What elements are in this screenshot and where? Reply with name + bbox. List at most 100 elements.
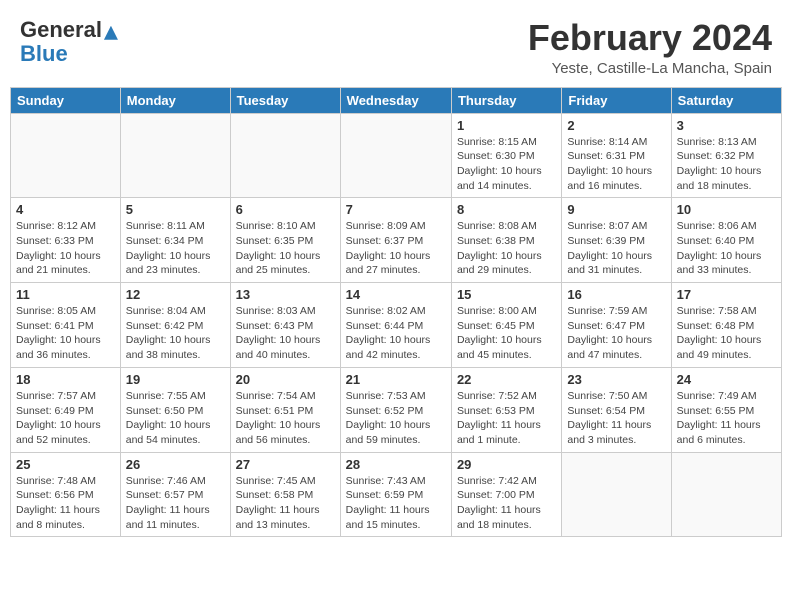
calendar-cell: 4 Sunrise: 8:12 AM Sunset: 6:33 PM Daylig… xyxy=(11,198,121,283)
calendar-cell: 1 Sunrise: 8:15 AM Sunset: 6:30 PM Daylig… xyxy=(451,113,561,198)
logo-icon xyxy=(104,26,118,40)
day-number: 23 xyxy=(567,372,665,387)
day-number: 6 xyxy=(236,202,335,217)
calendar-cell: 25Sunrise: 7:48 AM Sunset: 6:56 PM Dayli… xyxy=(11,452,121,537)
calendar-cell xyxy=(671,452,781,537)
calendar-cell: 14 Sunrise: 8:02 AM Sunset: 6:44 PM Dayli… xyxy=(340,283,451,368)
day-number: 10 xyxy=(677,202,776,217)
day-number: 5 xyxy=(126,202,225,217)
day-number: 1 xyxy=(457,118,556,133)
day-info: Sunrise: 7:52 AM Sunset: 6:53 PM Dayligh… xyxy=(457,389,556,448)
logo: General Blue xyxy=(20,18,118,66)
calendar-table: SundayMondayTuesdayWednesdayThursdayFrid… xyxy=(10,87,782,538)
day-number: 7 xyxy=(346,202,446,217)
day-info: Sunrise: 8:04 AM Sunset: 6:42 PM Dayligh… xyxy=(126,304,225,363)
title-area: February 2024 Yeste, Castille-La Mancha,… xyxy=(528,18,772,77)
day-number: 17 xyxy=(677,287,776,302)
day-number: 12 xyxy=(126,287,225,302)
day-info: Sunrise: 7:58 AM Sunset: 6:48 PM Dayligh… xyxy=(677,304,776,363)
calendar-cell: 21 Sunrise: 7:53 AM Sunset: 6:52 PM Dayli… xyxy=(340,367,451,452)
calendar-cell: 26 Sunrise: 7:46 AM Sunset: 6:57 PM Dayli… xyxy=(120,452,230,537)
day-number: 4 xyxy=(16,202,115,217)
day-info: Sunrise: 7:54 AM Sunset: 6:51 PM Dayligh… xyxy=(236,389,335,448)
day-number: 11 xyxy=(16,287,115,302)
day-info: Sunrise: 8:11 AM Sunset: 6:34 PM Dayligh… xyxy=(126,219,225,278)
day-number: 2 xyxy=(567,118,665,133)
day-number: 8 xyxy=(457,202,556,217)
day-info: Sunrise: 7:45 AM Sunset: 6:58 PM Dayligh… xyxy=(236,474,335,533)
day-number: 26 xyxy=(126,457,225,472)
day-info: Sunrise: 8:10 AM Sunset: 6:35 PM Dayligh… xyxy=(236,219,335,278)
calendar-cell: 29Sunrise: 7:42 AM Sunset: 7:00 PM Dayli… xyxy=(451,452,561,537)
calendar-cell xyxy=(340,113,451,198)
day-number: 22 xyxy=(457,372,556,387)
calendar-cell: 20 Sunrise: 7:54 AM Sunset: 6:51 PM Dayli… xyxy=(230,367,340,452)
day-number: 18 xyxy=(16,372,115,387)
calendar-cell xyxy=(11,113,121,198)
day-info: Sunrise: 7:46 AM Sunset: 6:57 PM Dayligh… xyxy=(126,474,225,533)
day-info: Sunrise: 7:49 AM Sunset: 6:55 PM Dayligh… xyxy=(677,389,776,448)
day-info: Sunrise: 7:42 AM Sunset: 7:00 PM Dayligh… xyxy=(457,474,556,533)
day-info: Sunrise: 7:50 AM Sunset: 6:54 PM Dayligh… xyxy=(567,389,665,448)
calendar-cell: 11 Sunrise: 8:05 AM Sunset: 6:41 PM Dayli… xyxy=(11,283,121,368)
day-info: Sunrise: 7:43 AM Sunset: 6:59 PM Dayligh… xyxy=(346,474,446,533)
calendar-cell xyxy=(230,113,340,198)
day-number: 24 xyxy=(677,372,776,387)
day-info: Sunrise: 8:09 AM Sunset: 6:37 PM Dayligh… xyxy=(346,219,446,278)
dow-header-thursday: Thursday xyxy=(451,87,561,113)
calendar-cell: 3 Sunrise: 8:13 AM Sunset: 6:32 PM Daylig… xyxy=(671,113,781,198)
day-info: Sunrise: 8:07 AM Sunset: 6:39 PM Dayligh… xyxy=(567,219,665,278)
calendar-title: February 2024 xyxy=(528,18,772,58)
day-number: 21 xyxy=(346,372,446,387)
calendar-cell: 9 Sunrise: 8:07 AM Sunset: 6:39 PM Daylig… xyxy=(562,198,671,283)
day-info: Sunrise: 8:12 AM Sunset: 6:33 PM Dayligh… xyxy=(16,219,115,278)
calendar-cell: 19Sunrise: 7:55 AM Sunset: 6:50 PM Dayli… xyxy=(120,367,230,452)
calendar-cell: 6 Sunrise: 8:10 AM Sunset: 6:35 PM Daylig… xyxy=(230,198,340,283)
calendar-cell: 18 Sunrise: 7:57 AM Sunset: 6:49 PM Dayli… xyxy=(11,367,121,452)
calendar-subtitle: Yeste, Castille-La Mancha, Spain xyxy=(528,60,772,77)
day-info: Sunrise: 8:13 AM Sunset: 6:32 PM Dayligh… xyxy=(677,135,776,194)
calendar-cell xyxy=(562,452,671,537)
day-info: Sunrise: 7:59 AM Sunset: 6:47 PM Dayligh… xyxy=(567,304,665,363)
calendar-cell: 2 Sunrise: 8:14 AM Sunset: 6:31 PM Daylig… xyxy=(562,113,671,198)
calendar-cell: 24 Sunrise: 7:49 AM Sunset: 6:55 PM Dayli… xyxy=(671,367,781,452)
day-number: 15 xyxy=(457,287,556,302)
day-info: Sunrise: 8:02 AM Sunset: 6:44 PM Dayligh… xyxy=(346,304,446,363)
day-info: Sunrise: 7:57 AM Sunset: 6:49 PM Dayligh… xyxy=(16,389,115,448)
calendar-cell: 13 Sunrise: 8:03 AM Sunset: 6:43 PM Dayli… xyxy=(230,283,340,368)
logo-blue-text: Blue xyxy=(20,41,68,66)
header: General Blue February 2024 Yeste, Castil… xyxy=(10,10,782,81)
logo-general-text: General xyxy=(20,17,102,42)
day-info: Sunrise: 8:15 AM Sunset: 6:30 PM Dayligh… xyxy=(457,135,556,194)
calendar-cell xyxy=(120,113,230,198)
calendar-cell: 16Sunrise: 7:59 AM Sunset: 6:47 PM Dayli… xyxy=(562,283,671,368)
dow-header-monday: Monday xyxy=(120,87,230,113)
day-info: Sunrise: 8:00 AM Sunset: 6:45 PM Dayligh… xyxy=(457,304,556,363)
calendar-cell: 10 Sunrise: 8:06 AM Sunset: 6:40 PM Dayli… xyxy=(671,198,781,283)
calendar-cell: 17 Sunrise: 7:58 AM Sunset: 6:48 PM Dayli… xyxy=(671,283,781,368)
day-number: 19 xyxy=(126,372,225,387)
day-number: 9 xyxy=(567,202,665,217)
calendar-cell: 15 Sunrise: 8:00 AM Sunset: 6:45 PM Dayli… xyxy=(451,283,561,368)
dow-header-friday: Friday xyxy=(562,87,671,113)
calendar-cell: 7 Sunrise: 8:09 AM Sunset: 6:37 PM Daylig… xyxy=(340,198,451,283)
calendar-cell: 23 Sunrise: 7:50 AM Sunset: 6:54 PM Dayli… xyxy=(562,367,671,452)
day-number: 28 xyxy=(346,457,446,472)
calendar-cell: 12 Sunrise: 8:04 AM Sunset: 6:42 PM Dayli… xyxy=(120,283,230,368)
day-number: 3 xyxy=(677,118,776,133)
calendar-cell: 28 Sunrise: 7:43 AM Sunset: 6:59 PM Dayli… xyxy=(340,452,451,537)
day-number: 27 xyxy=(236,457,335,472)
dow-header-sunday: Sunday xyxy=(11,87,121,113)
day-info: Sunrise: 8:05 AM Sunset: 6:41 PM Dayligh… xyxy=(16,304,115,363)
day-info: Sunrise: 8:06 AM Sunset: 6:40 PM Dayligh… xyxy=(677,219,776,278)
day-info: Sunrise: 7:53 AM Sunset: 6:52 PM Dayligh… xyxy=(346,389,446,448)
day-number: 14 xyxy=(346,287,446,302)
day-info: Sunrise: 8:14 AM Sunset: 6:31 PM Dayligh… xyxy=(567,135,665,194)
day-number: 20 xyxy=(236,372,335,387)
calendar-cell: 5 Sunrise: 8:11 AM Sunset: 6:34 PM Daylig… xyxy=(120,198,230,283)
calendar-cell: 8Sunrise: 8:08 AM Sunset: 6:38 PM Daylig… xyxy=(451,198,561,283)
dow-header-saturday: Saturday xyxy=(671,87,781,113)
day-info: Sunrise: 8:03 AM Sunset: 6:43 PM Dayligh… xyxy=(236,304,335,363)
day-number: 13 xyxy=(236,287,335,302)
dow-header-tuesday: Tuesday xyxy=(230,87,340,113)
